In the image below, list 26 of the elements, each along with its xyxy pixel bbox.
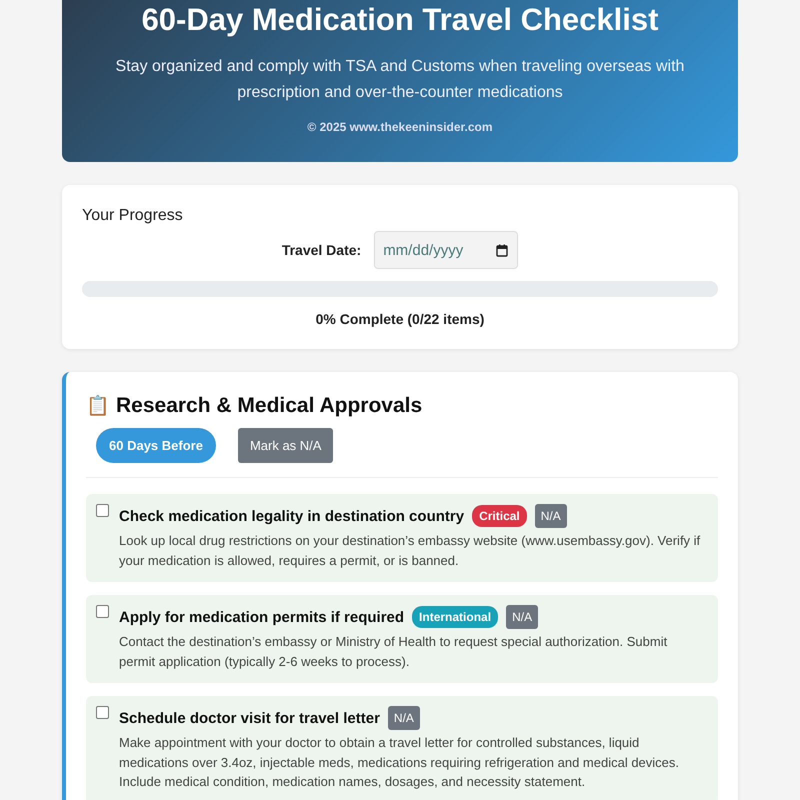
copyright-text: © 2025 www.thekeeninsider.com <box>307 120 493 134</box>
tag: International <box>412 606 498 628</box>
item-title: Check medication legality in destination country <box>119 508 464 524</box>
item-title: Schedule doctor visit for travel letter <box>119 710 380 726</box>
na-button[interactable]: N/A <box>388 706 420 730</box>
item-description: Make appointment with your doctor to obtain a travel letter for controlled substances, liquid medications over 3.4oz, injectable meds, medications requiring refrigeration and medical devices. Include medical condition, medication names, dosages, and necessity statement. <box>119 734 680 791</box>
na-button[interactable]: N/A <box>506 605 538 629</box>
page-title: 60-Day Medication Travel Checklist <box>142 2 658 38</box>
item-description: Look up local drug restrictions on your destination’s embassy website (www.usembassy.gov). Verify if your medication is allowed, requires a permit, or is banned. <box>119 532 702 570</box>
timing-badge: 60 Days Before <box>96 428 216 463</box>
clipboard-icon: 📋 <box>86 394 110 418</box>
calendar-icon[interactable] <box>496 244 508 257</box>
item-title: Apply for medication permits if required <box>119 608 404 626</box>
checkbox[interactable] <box>96 504 109 517</box>
tag: Critical <box>472 505 527 527</box>
subtitle: Stay organized and comply with TSA and Customs when traveling overseas with prescription and over-the-counter medications <box>114 57 686 103</box>
field-label: Travel Date: <box>282 242 362 258</box>
checkbox[interactable] <box>96 605 109 618</box>
progress-summary: 0% Complete (0/22 items) <box>316 311 484 327</box>
na-button[interactable]: N/A <box>534 504 567 528</box>
checkbox[interactable] <box>96 706 109 719</box>
section-heading: Your Progress <box>82 207 183 225</box>
date-field[interactable]: mm/dd/yyyy <box>374 231 518 269</box>
section-title: Research & Medical Approvals <box>116 394 422 418</box>
item-description: Contact the destination’s embassy or Ministry of Health to request special authorization. Submit permit application (typically 2-6 weeks to process). <box>119 633 668 671</box>
mark-na-button[interactable]: Mark as N/A <box>238 428 334 463</box>
